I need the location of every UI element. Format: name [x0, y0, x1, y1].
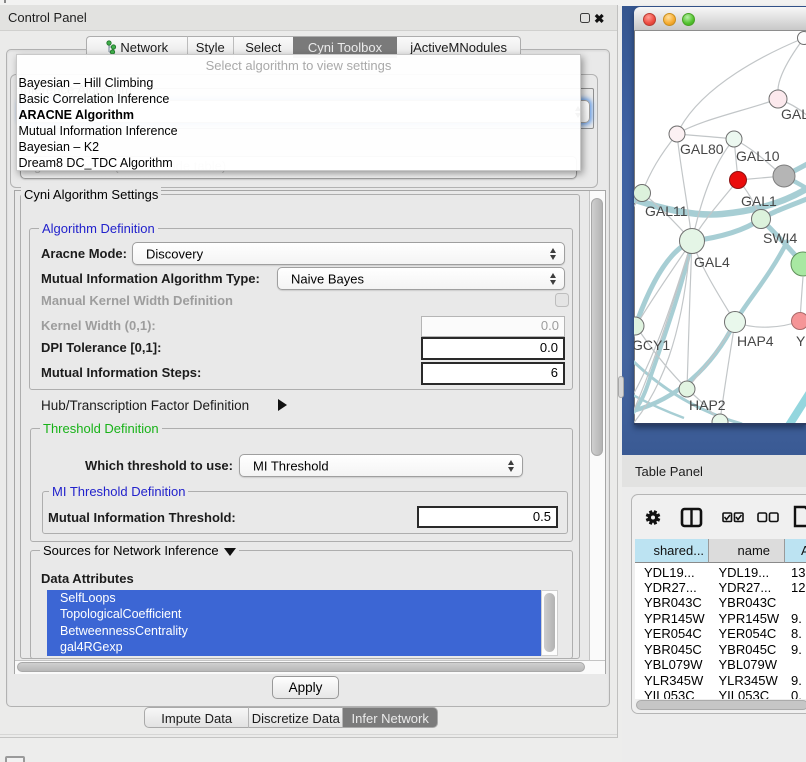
svg-text:GCY1: GCY1	[634, 337, 670, 353]
svg-text:GAL10: GAL10	[736, 148, 780, 164]
svg-text:GAL11: GAL11	[645, 203, 688, 219]
svg-text:GAL: GAL	[781, 106, 806, 122]
svg-text:GAL4: GAL4	[694, 254, 730, 270]
svg-text:GAL80: GAL80	[680, 141, 724, 157]
svg-text:HAP4: HAP4	[737, 333, 774, 349]
svg-text:HAP2: HAP2	[689, 397, 726, 413]
svg-text:Y: Y	[796, 333, 806, 349]
svg-text:SWI4: SWI4	[763, 230, 797, 246]
svg-text:GAL1: GAL1	[741, 193, 777, 209]
